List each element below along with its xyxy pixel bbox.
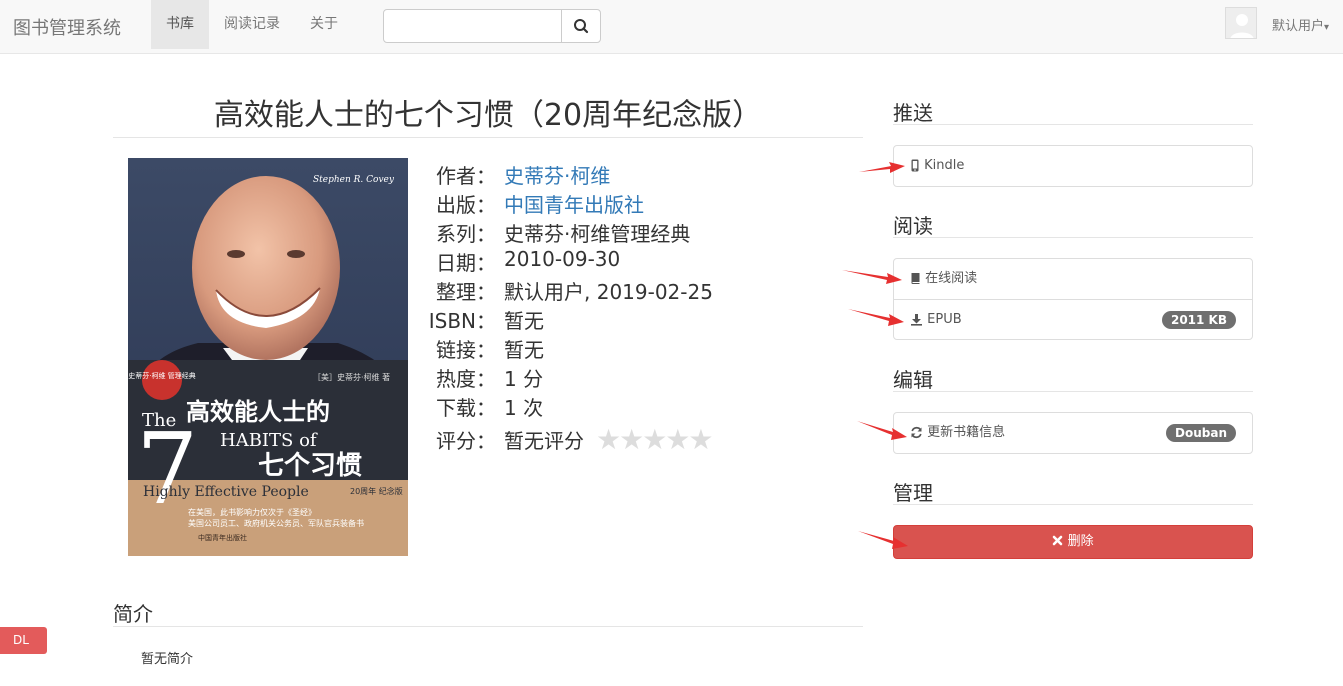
book-title: 高效能人士的七个习惯（20周年纪念版） [213, 98, 763, 133]
meta-curator: 整理： 默认用户, 2019-02-25 [426, 276, 713, 305]
intro-heading: 简介 [113, 602, 153, 626]
meta-rating: 评分： 暂无评分 ★★★★★ [426, 423, 714, 456]
caret-down-icon: ▾ [1324, 22, 1330, 33]
navbar: 图书管理系统 书库 阅读记录 关于 默认用户▾ [0, 0, 1343, 54]
user-name: 默认用户 [1272, 19, 1325, 34]
push-heading: 推送 [893, 101, 933, 125]
brand-title[interactable]: 图书管理系统 [13, 14, 121, 40]
file-size-badge: 2011 KB [1161, 311, 1236, 329]
meta-value: 1 分 [504, 367, 544, 391]
mobile-icon [911, 159, 919, 172]
read-heading: 阅读 [893, 214, 933, 238]
meta-key: 整理： [436, 280, 496, 304]
cover-highly-effective: Highly Effective People [143, 484, 309, 500]
cover-publisher-mark: 中国青年出版社 [198, 533, 247, 542]
download-icon [911, 314, 922, 326]
arrow-annotation-icon [859, 162, 905, 173]
cover-series-badge: 史蒂芬·柯维 管理经典 [128, 371, 195, 380]
cover-tagline-2: 美国公司员工、政府机关公务员、军队官兵装备书 [188, 518, 364, 528]
manage-divider [893, 504, 1253, 505]
book-cover: 史蒂芬·柯维 管理经典 Stephen R. Covey ［美］史蒂芬·柯维 著… [128, 158, 408, 556]
close-icon [1053, 535, 1063, 545]
tab-reading-history[interactable]: 阅读记录 [209, 0, 295, 49]
epub-download-button[interactable]: EPUB 2011 KB [894, 299, 1252, 339]
edit-list: 更新书籍信息 Douban [893, 412, 1253, 454]
meta-key: 下载： [436, 396, 496, 420]
edit-divider [893, 391, 1253, 392]
dl-side-tab[interactable]: DL [0, 627, 47, 654]
rating-stars[interactable]: ★★★★★ [596, 423, 714, 456]
cover-edition: 20周年 纪念版 [350, 486, 403, 496]
user-silhouette-icon [1226, 8, 1256, 38]
intro-divider [113, 626, 863, 627]
epub-label: EPUB [927, 312, 962, 327]
meta-downloads: 下载： 1 次 [426, 392, 543, 421]
user-menu[interactable]: 默认用户▾ [1272, 15, 1329, 34]
kindle-label: Kindle [924, 158, 965, 173]
delete-label: 删除 [1067, 534, 1094, 549]
meta-key: 日期： [436, 251, 496, 275]
meta-date: 日期： 2010-09-30 [426, 247, 620, 276]
tab-about[interactable]: 关于 [295, 0, 353, 49]
meta-popularity: 热度： 1 分 [426, 363, 543, 392]
arrow-annotation-icon [842, 270, 902, 284]
read-online-button[interactable]: 在线阅读 [894, 259, 1252, 299]
search-icon [574, 19, 589, 34]
arrow-annotation-icon [858, 531, 908, 549]
meta-value: 暂无评分 [504, 429, 584, 453]
meta-key: 出版： [436, 193, 496, 217]
meta-value: 史蒂芬·柯维管理经典 [504, 222, 691, 246]
author-link[interactable]: 史蒂芬·柯维 [504, 160, 610, 189]
read-list: 在线阅读 EPUB 2011 KB [893, 258, 1253, 340]
search-button[interactable] [561, 9, 601, 43]
meta-key: 系列： [436, 222, 496, 246]
meta-key: 评分： [436, 429, 496, 453]
title-divider [113, 137, 863, 138]
read-online-label: 在线阅读 [925, 271, 978, 286]
cover-author-cn: ［美］史蒂芬·柯维 著 [313, 372, 390, 382]
meta-value: 暂无 [504, 309, 544, 333]
meta-key: 热度： [436, 367, 496, 391]
cover-tagline-1: 在美国，此书影响力仅次于《圣经》 [188, 507, 316, 517]
delete-button[interactable]: 删除 [893, 525, 1253, 559]
push-divider [893, 124, 1253, 125]
source-badge: Douban [1166, 424, 1236, 442]
meta-series: 系列： 史蒂芬·柯维管理经典 [426, 218, 690, 247]
edit-heading: 编辑 [893, 368, 933, 392]
cover-habits-of: HABITS of [220, 430, 318, 451]
meta-value: 2010-09-30 [504, 247, 621, 271]
search-input[interactable] [383, 9, 562, 43]
refresh-icon [911, 426, 922, 439]
update-info-label: 更新书籍信息 [927, 425, 1006, 440]
meta-author: 作者： 史蒂芬·柯维 [426, 160, 610, 189]
meta-links: 链接： 暂无 [426, 334, 544, 363]
meta-isbn: ISBN： 暂无 [426, 305, 544, 334]
meta-value: 1 次 [504, 396, 544, 420]
meta-value: 暂无 [504, 338, 544, 362]
publisher-link[interactable]: 中国青年出版社 [504, 189, 644, 218]
meta-value: 默认用户, 2019-02-25 [504, 280, 713, 304]
book-icon [911, 273, 920, 284]
cover-title-cn-2: 七个习惯 [258, 451, 362, 481]
arrow-annotation-icon [857, 421, 907, 440]
read-divider [893, 237, 1253, 238]
arrow-annotation-icon [848, 309, 904, 326]
meta-key: 链接： [436, 338, 496, 362]
cover-author-script: Stephen R. Covey [313, 175, 395, 185]
cover-title-cn-1: 高效能人士的 [186, 398, 330, 426]
manage-heading: 管理 [893, 481, 933, 505]
meta-key: 作者： [436, 164, 496, 188]
tab-library[interactable]: 书库 [151, 0, 209, 49]
intro-text: 暂无简介 [141, 652, 194, 667]
kindle-push-button[interactable]: Kindle [894, 146, 1252, 186]
push-list: Kindle [893, 145, 1253, 187]
meta-publisher: 出版： 中国青年出版社 [426, 189, 644, 218]
meta-key: ISBN： [428, 309, 496, 333]
avatar[interactable] [1225, 7, 1257, 39]
update-info-button[interactable]: 更新书籍信息 Douban [894, 413, 1252, 453]
